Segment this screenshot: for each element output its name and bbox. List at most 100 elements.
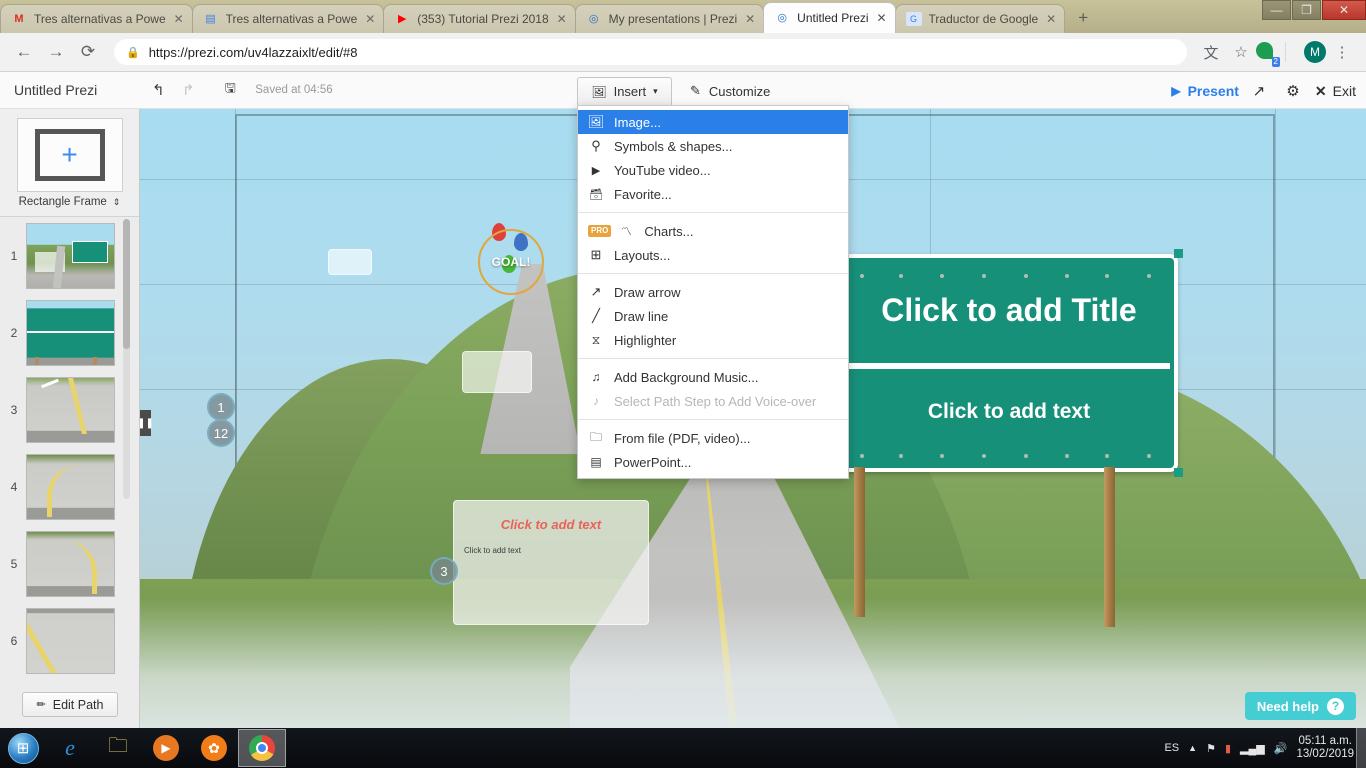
menu-item-from-file[interactable]: 🗀 From file (PDF, video)...	[578, 426, 848, 450]
thumbnail-image[interactable]	[26, 299, 115, 366]
avatar[interactable]: M	[1304, 41, 1326, 63]
tab-close-icon[interactable]: ✕	[361, 10, 379, 28]
minimize-button[interactable]: —	[1262, 0, 1291, 20]
add-frame-button[interactable]: +	[16, 118, 123, 192]
road-sign[interactable]: Click to add Title Click to add text	[835, 249, 1183, 477]
exit-button[interactable]: ✕ Exit	[1315, 83, 1356, 100]
list-item[interactable]: 4	[0, 448, 139, 525]
thumbnail-image[interactable]	[26, 530, 115, 597]
frame-type-selector[interactable]: Rectangle Frame ⇕	[19, 196, 121, 208]
menu-item-draw-line[interactable]: ╱ Draw line	[578, 304, 848, 328]
redo-button[interactable]: ↱	[173, 75, 203, 105]
clock[interactable]: 05:11 a.m. 13/02/2019	[1296, 735, 1354, 761]
taskbar-app-file-explorer[interactable]: 🗀	[94, 729, 142, 767]
chrome-menu-icon[interactable]: ⋮	[1328, 38, 1356, 66]
browser-tab-5[interactable]: G Traductor de Google ✕	[894, 4, 1066, 33]
menu-item-symbols-shapes[interactable]: ⚲ Symbols & shapes...	[578, 134, 848, 158]
back-icon[interactable]: ←	[10, 38, 38, 66]
translate-icon[interactable]: 文	[1197, 38, 1225, 66]
text-placeholder-card[interactable]: Click to add text Click to add text	[453, 500, 649, 625]
menu-item-layouts[interactable]: ⊞ Layouts...	[578, 243, 848, 267]
undo-button[interactable]: ↰	[143, 75, 173, 105]
tab-close-icon[interactable]: ✕	[170, 10, 188, 28]
edit-path-button[interactable]: ✏ Edit Path	[22, 692, 118, 717]
card-body[interactable]: Click to add text	[464, 546, 521, 555]
path-card-small[interactable]	[462, 351, 532, 393]
address-bar[interactable]: 🔒 https://prezi.com/uv4lazzaixlt/edit/#8	[114, 39, 1187, 65]
extension-icon[interactable]: 2	[1255, 41, 1280, 67]
slide-thumbnail-list[interactable]: 1 2 3 4 5 6	[0, 217, 139, 682]
path-step-marker[interactable]: 12	[207, 419, 235, 447]
list-item[interactable]: 2	[0, 294, 139, 371]
menu-item-charts[interactable]: PRO 〽 Charts...	[578, 219, 848, 243]
menu-item-favorite[interactable]: 🗃 Favorite...	[578, 182, 848, 206]
menu-item-label: From file (PDF, video)...	[614, 430, 751, 446]
signal-icon[interactable]: ▂▄▆	[1240, 742, 1265, 755]
browser-tab-3[interactable]: ◎ My presentations | Prezi ✕	[574, 4, 765, 33]
customize-button[interactable]: ✎ Customize	[690, 79, 770, 103]
list-item[interactable]: 6	[0, 602, 139, 679]
present-button[interactable]: ▶ Present	[1171, 83, 1239, 99]
taskbar-app-google-chrome[interactable]	[238, 729, 286, 767]
insert-button[interactable]: 🖼 Insert ▾	[577, 77, 672, 105]
volume-icon[interactable]: 🔊	[1274, 742, 1288, 755]
maximize-button[interactable]: ❐	[1292, 0, 1321, 20]
sidebar-scrollbar-thumb[interactable]	[123, 219, 130, 349]
insert-dropdown-menu[interactable]: 🖼 Image... ⚲ Symbols & shapes... ▶ YouTu…	[577, 105, 849, 479]
menu-item-powerpoint[interactable]: ▤ PowerPoint...	[578, 450, 848, 474]
network-icon[interactable]: ▮	[1225, 742, 1231, 755]
thumbnail-image[interactable]	[26, 222, 115, 289]
thumbnail-image[interactable]	[26, 453, 115, 520]
tab-close-icon[interactable]: ✕	[553, 10, 571, 28]
goal-marker[interactable]: GOAL!	[478, 229, 544, 295]
frame-type-label: Rectangle Frame	[18, 196, 107, 208]
menu-item-highlighter[interactable]: ⧖ Highlighter	[578, 328, 848, 352]
menu-item-youtube-video[interactable]: ▶ YouTube video...	[578, 158, 848, 182]
tray-expand-icon[interactable]: ▲	[1188, 743, 1197, 753]
frame-picker[interactable]: + Rectangle Frame ⇕	[0, 109, 139, 217]
page-title[interactable]: Untitled Prezi	[14, 82, 97, 98]
extension-badge: 2	[1271, 57, 1280, 67]
forward-icon[interactable]: →	[42, 38, 70, 66]
need-help-button[interactable]: Need help ?	[1244, 692, 1356, 720]
sign-title[interactable]: Click to add Title	[844, 292, 1174, 329]
thumbnail-image[interactable]	[26, 607, 115, 674]
language-indicator[interactable]: ES	[1164, 742, 1179, 754]
sidebar-collapse-handle[interactable]: ❚❚	[140, 410, 154, 436]
start-button[interactable]: ⊞	[0, 729, 46, 767]
new-tab-button[interactable]: +	[1070, 5, 1096, 31]
menu-item-add-background-music[interactable]: ♫ Add Background Music...	[578, 365, 848, 389]
close-window-button[interactable]: ✕	[1322, 0, 1366, 20]
browser-tab-1[interactable]: ▤ Tres alternativas a Powe ✕	[191, 4, 385, 33]
show-desktop-button[interactable]	[1356, 728, 1366, 768]
list-item[interactable]: 3	[0, 371, 139, 448]
save-button[interactable]: 🖫	[215, 75, 245, 105]
flag-icon[interactable]: ⚑	[1206, 742, 1216, 755]
selection-handle[interactable]	[1174, 468, 1183, 477]
share-icon[interactable]: ↗	[1245, 78, 1273, 104]
tab-close-icon[interactable]: ✕	[873, 9, 891, 27]
menu-item-draw-arrow[interactable]: ↗ Draw arrow	[578, 280, 848, 304]
sign-board[interactable]: Click to add Title Click to add text	[840, 254, 1178, 472]
bookmark-star-icon[interactable]: ☆	[1227, 38, 1255, 66]
browser-tab-0[interactable]: M Tres alternativas a Powe ✕	[0, 4, 193, 33]
tab-close-icon[interactable]: ✕	[741, 10, 759, 28]
browser-tab-2[interactable]: ▶ (353) Tutorial Prezi 2018 ✕	[383, 4, 576, 33]
thumbnail-image[interactable]	[26, 376, 115, 443]
path-step-marker[interactable]: 3	[430, 557, 458, 585]
path-card-small[interactable]	[328, 249, 372, 275]
taskbar-app-media-player[interactable]: ▶	[142, 729, 190, 767]
browser-tab-4-active[interactable]: ◎ Untitled Prezi ✕	[763, 2, 896, 33]
taskbar-app-utorrent[interactable]: ✿	[190, 729, 238, 767]
tab-close-icon[interactable]: ✕	[1042, 10, 1060, 28]
taskbar-app-internet-explorer[interactable]: e	[46, 729, 94, 767]
gear-icon[interactable]: ⚙	[1279, 78, 1307, 104]
list-item[interactable]: 5	[0, 525, 139, 602]
list-item[interactable]: 1	[0, 217, 139, 294]
menu-item-image[interactable]: 🖼 Image...	[578, 110, 848, 134]
path-step-marker[interactable]: 1	[207, 393, 235, 421]
selection-handle[interactable]	[1174, 249, 1183, 258]
sign-subtitle[interactable]: Click to add text	[844, 400, 1174, 424]
card-heading[interactable]: Click to add text	[454, 517, 648, 532]
reload-icon[interactable]: ⟳	[74, 38, 102, 66]
